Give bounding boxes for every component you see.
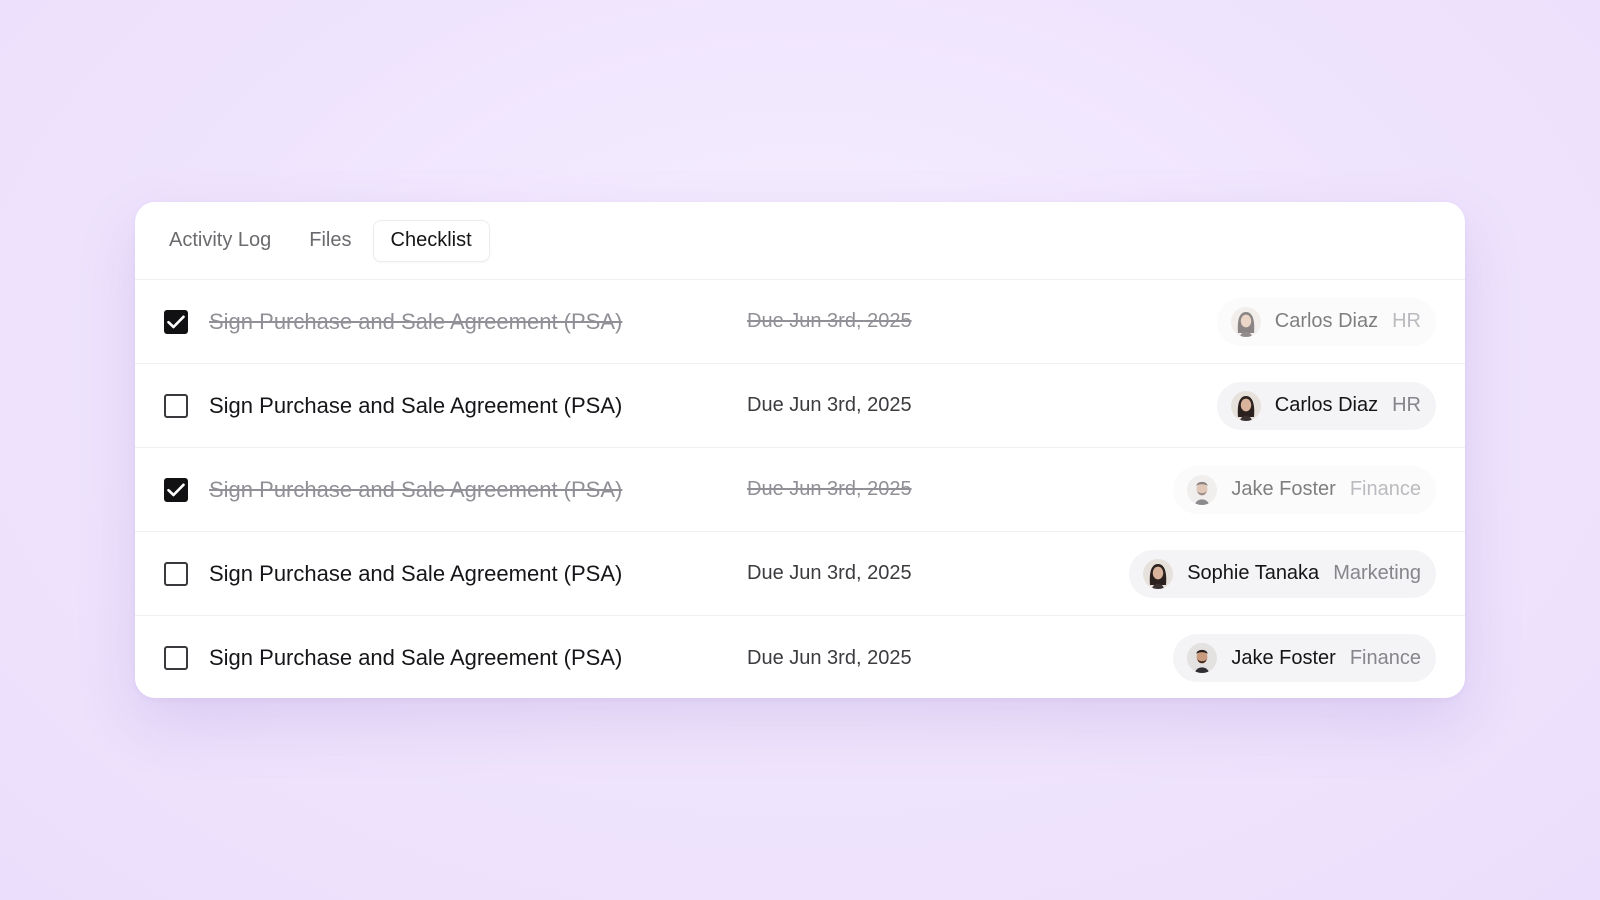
task-checkbox[interactable] [164, 646, 188, 670]
assignee-name: Carlos Diaz [1274, 394, 1379, 416]
checklist-row: Sign Purchase and Sale Agreement (PSA) D… [135, 532, 1465, 616]
woman-avatar-icon [1143, 558, 1174, 589]
checkmark-icon [167, 315, 185, 328]
task-title: Sign Purchase and Sale Agreement (PSA) [209, 392, 623, 418]
assignee-chip[interactable]: Jake Foster Finance [1173, 634, 1436, 682]
due-date: Due Jun 3rd, 2025 [747, 310, 912, 332]
checklist-row: Sign Purchase and Sale Agreement (PSA) D… [135, 616, 1465, 698]
assignee-department: HR [1392, 394, 1421, 416]
tab-bar: Activity Log Files Checklist [135, 202, 1465, 280]
due-date: Due Jun 3rd, 2025 [747, 646, 912, 669]
checklist-row: Sign Purchase and Sale Agreement (PSA) D… [135, 280, 1465, 364]
assignee-department: HR [1392, 310, 1421, 332]
assignee-department: Marketing [1333, 562, 1421, 584]
assignee-name: Jake Foster [1231, 646, 1336, 669]
man-avatar-icon [1187, 474, 1218, 505]
checkmark-icon [167, 483, 185, 496]
task-checkbox[interactable] [164, 393, 188, 418]
assignee-department: Finance [1349, 646, 1421, 669]
assignee-name: Sophie Tanaka [1187, 562, 1320, 584]
due-date: Due Jun 3rd, 2025 [747, 562, 912, 584]
woman-avatar-icon [1230, 306, 1261, 337]
tab-checklist[interactable]: Checklist [372, 219, 490, 262]
tab-files[interactable]: Files [292, 220, 368, 262]
due-date: Due Jun 3rd, 2025 [747, 394, 912, 416]
checklist-list: Sign Purchase and Sale Agreement (PSA) D… [135, 280, 1465, 698]
assignee-department: Finance [1349, 478, 1421, 500]
woman-avatar-icon [1230, 390, 1261, 421]
assignee-chip[interactable]: Carlos Diaz HR [1216, 381, 1436, 430]
assignee-chip[interactable]: Carlos Diaz HR [1216, 297, 1436, 346]
assignee-chip[interactable]: Jake Foster Finance [1173, 465, 1436, 514]
checklist-row: Sign Purchase and Sale Agreement (PSA) D… [135, 448, 1465, 532]
due-date: Due Jun 3rd, 2025 [747, 478, 912, 500]
task-title: Sign Purchase and Sale Agreement (PSA) [209, 645, 623, 670]
checklist-card: Activity Log Files Checklist Sign Purcha… [135, 202, 1465, 698]
tab-activity-log[interactable]: Activity Log [152, 220, 288, 262]
task-checkbox[interactable] [164, 309, 188, 334]
assignee-name: Jake Foster [1231, 478, 1336, 500]
assignee-chip[interactable]: Sophie Tanaka Marketing [1129, 549, 1436, 598]
task-title: Sign Purchase and Sale Agreement (PSA) [209, 308, 623, 334]
task-title: Sign Purchase and Sale Agreement (PSA) [209, 560, 623, 586]
task-title: Sign Purchase and Sale Agreement (PSA) [209, 476, 623, 502]
man-avatar-icon [1187, 643, 1218, 673]
checklist-row: Sign Purchase and Sale Agreement (PSA) D… [135, 364, 1465, 448]
assignee-name: Carlos Diaz [1274, 310, 1379, 332]
task-checkbox[interactable] [164, 561, 188, 586]
task-checkbox[interactable] [164, 477, 188, 502]
